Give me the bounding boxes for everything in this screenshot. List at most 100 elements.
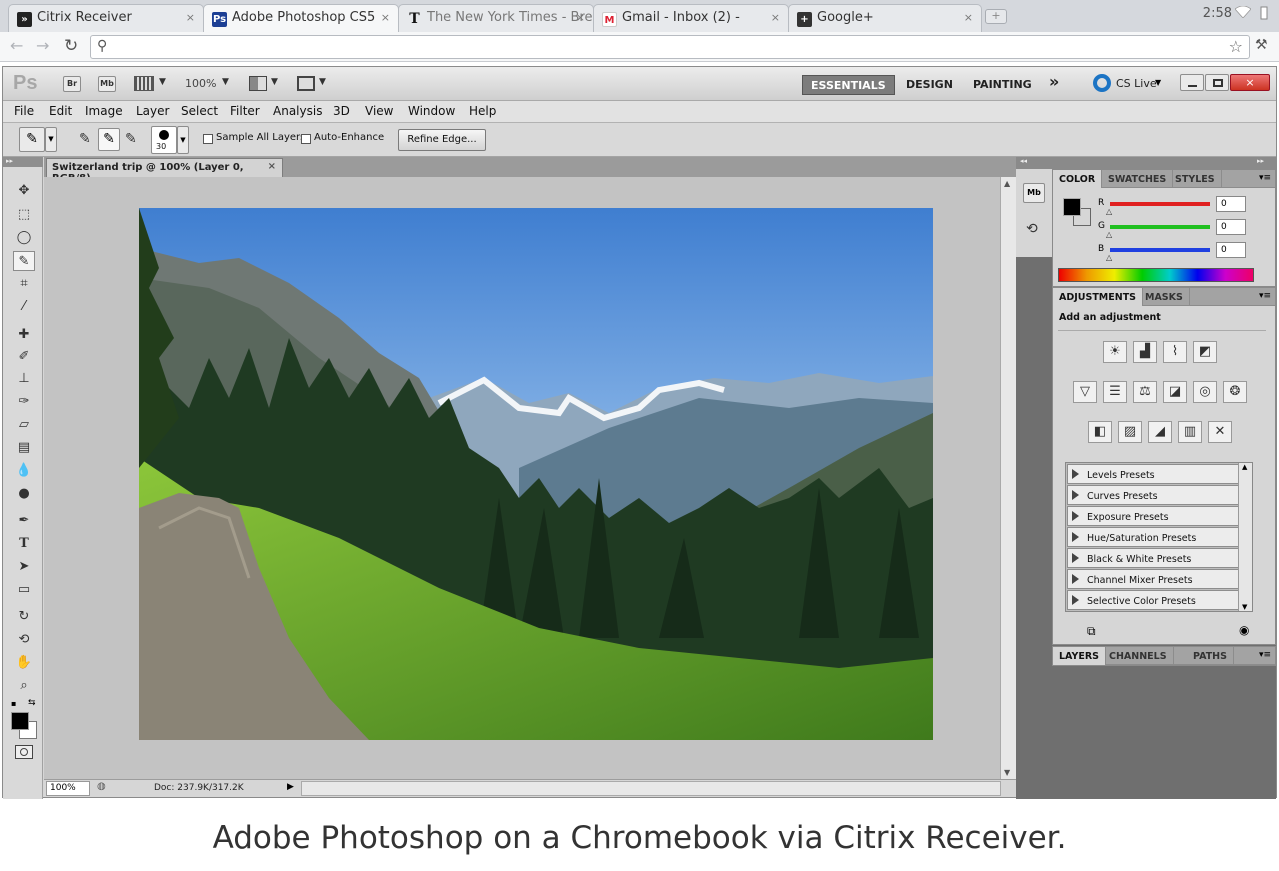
mini-bridge-panel-icon[interactable]: Mb [1023,183,1045,203]
tab-google-plus[interactable]: + Google+ × [788,4,982,32]
channel-value-input[interactable]: 0 [1216,242,1246,258]
dodge-tool-icon[interactable]: ● [13,484,35,504]
channel-mixer-icon[interactable]: ❂ [1223,381,1247,403]
status-info-icon[interactable]: ◍ [97,781,106,792]
adjustment-preset-item[interactable]: Black & White Presets [1067,548,1239,568]
channel-value-input[interactable]: 0 [1216,219,1246,235]
view-extras-icon[interactable] [134,76,154,91]
swap-colors-icon[interactable]: ⇆ [28,698,36,708]
clip-to-layer-icon[interactable]: ⧉ [1087,624,1096,639]
expand-triangle-icon[interactable] [1072,532,1079,542]
slider-handle-icon[interactable]: △ [1106,230,1112,239]
expand-triangle-icon[interactable] [1072,595,1079,605]
cs-live-button[interactable]: CS Live [1116,77,1157,90]
foreground-color-swatch[interactable] [1063,198,1081,216]
gradient-map-icon[interactable]: ▥ [1178,421,1202,443]
channel-slider[interactable] [1110,225,1210,229]
adjustment-preset-item[interactable]: Curves Presets [1067,485,1239,505]
new-selection-icon[interactable]: ✎ [79,131,91,147]
subtract-from-selection-icon[interactable]: ✎ [125,131,137,147]
collapse-icon[interactable]: ▸▸ [1052,157,1276,169]
menu-help[interactable]: Help [469,104,496,118]
levels-icon[interactable]: ▟ [1133,341,1157,363]
brush-picker[interactable]: 30 [151,126,177,154]
panel-menu-icon[interactable]: ▾≡ [1259,173,1271,183]
marquee-tool-icon[interactable]: ⬚ [13,205,35,225]
pen-tool-icon[interactable]: ✒ [13,511,35,531]
tab-close-icon[interactable]: × [381,11,390,24]
tab-close-icon[interactable]: × [771,11,780,24]
zoom-tool-icon[interactable]: ⌕ [13,676,35,696]
foreground-color-swatch[interactable] [11,712,29,730]
rectangle-tool-icon[interactable]: ▭ [13,580,35,600]
type-tool-icon[interactable]: T [13,534,35,554]
quick-mask-icon[interactable] [15,745,33,759]
vertical-scrollbar[interactable]: ▲ ▼ [1000,177,1016,779]
selective-color-icon[interactable]: ✕ [1208,421,1232,443]
menu-window[interactable]: Window [408,104,455,118]
black-white-icon[interactable]: ◪ [1163,381,1187,403]
tab-close-icon[interactable]: × [964,11,973,24]
tab-adobe-photoshop[interactable]: Ps Adobe Photoshop CS5 × [203,4,399,33]
adjustment-preset-item[interactable]: Selective Color Presets [1067,590,1239,610]
forward-icon[interactable]: → [36,38,49,54]
hue-saturation-icon[interactable]: ☰ [1103,381,1127,403]
menu-select[interactable]: Select [181,104,218,118]
hand-tool-icon[interactable]: ✋ [13,653,35,673]
adjustment-preset-item[interactable]: Exposure Presets [1067,506,1239,526]
tab-masks[interactable]: MASKS [1139,288,1190,306]
menu-view[interactable]: View [365,104,393,118]
horizontal-scrollbar[interactable] [301,781,1001,796]
invert-icon[interactable]: ◧ [1088,421,1112,443]
omnibox-input[interactable]: ⚲ ☆ [90,35,1250,59]
clone-stamp-tool-icon[interactable]: ⊥ [13,369,35,389]
brush-tool-icon[interactable]: ✐ [13,347,35,367]
tab-styles[interactable]: STYLES [1169,170,1222,188]
channel-slider[interactable] [1110,248,1210,252]
add-to-selection-icon[interactable]: ✎ [98,128,120,151]
color-balance-icon[interactable]: ⚖ [1133,381,1157,403]
tool-preset-picker[interactable]: ✎ [19,127,45,152]
maximize-button[interactable] [1205,74,1229,91]
zoom-level-dropdown[interactable]: 100% [185,77,216,90]
mini-bridge-button[interactable]: Mb [98,76,116,92]
canvas-area[interactable] [44,177,1000,779]
bridge-button[interactable]: Br [63,76,81,92]
channel-slider[interactable] [1110,202,1210,206]
exposure-icon[interactable]: ◩ [1193,341,1217,363]
brightness-contrast-icon[interactable]: ☀ [1103,341,1127,363]
history-brush-tool-icon[interactable]: ✑ [13,392,35,412]
screen-mode-icon[interactable] [297,76,315,91]
back-icon[interactable]: ← [10,38,23,54]
scroll-down-icon[interactable]: ▼ [1242,603,1247,611]
adjustment-preset-item[interactable]: Channel Mixer Presets [1067,569,1239,589]
close-document-icon[interactable]: × [268,161,276,172]
tab-color[interactable]: COLOR [1053,170,1103,188]
panel-menu-icon[interactable]: ▾≡ [1259,650,1271,660]
menu-edit[interactable]: Edit [49,104,72,118]
document-tab[interactable]: Switzerland trip @ 100% (Layer 0, RGB/8)… [46,158,283,184]
tab-close-icon[interactable]: × [576,11,585,24]
tab-citrix-receiver[interactable]: » Citrix Receiver × [8,4,204,32]
chevron-down-icon[interactable]: ▼ [45,127,57,152]
workspace-painting[interactable]: PAINTING [965,75,1040,95]
bookmark-star-icon[interactable]: ☆ [1229,37,1243,56]
wrench-menu-icon[interactable]: ⚒ [1255,37,1268,53]
minimize-button[interactable] [1180,74,1204,91]
expand-triangle-icon[interactable] [1072,490,1079,500]
visibility-toggle-icon[interactable]: ◉ [1239,623,1249,637]
healing-brush-tool-icon[interactable]: ✚ [13,325,35,345]
zoom-field[interactable]: 100% [46,781,90,796]
menu-3d[interactable]: 3D [333,104,350,118]
presets-scrollbar[interactable]: ▲ ▼ [1238,463,1252,611]
status-menu-arrow-icon[interactable]: ▶ [287,782,294,792]
crop-tool-icon[interactable]: ⌗ [13,274,35,294]
tab-new-york-times[interactable]: T The New York Times - Bre × [398,4,594,32]
chevron-down-icon[interactable]: ▼ [222,77,229,87]
menu-layer[interactable]: Layer [136,104,169,118]
color-ramp[interactable] [1058,268,1254,282]
battery-icon[interactable] [1257,6,1271,20]
wifi-icon[interactable] [1235,6,1251,18]
refine-edge-button[interactable]: Refine Edge... [398,129,486,151]
menu-analysis[interactable]: Analysis [273,104,322,118]
